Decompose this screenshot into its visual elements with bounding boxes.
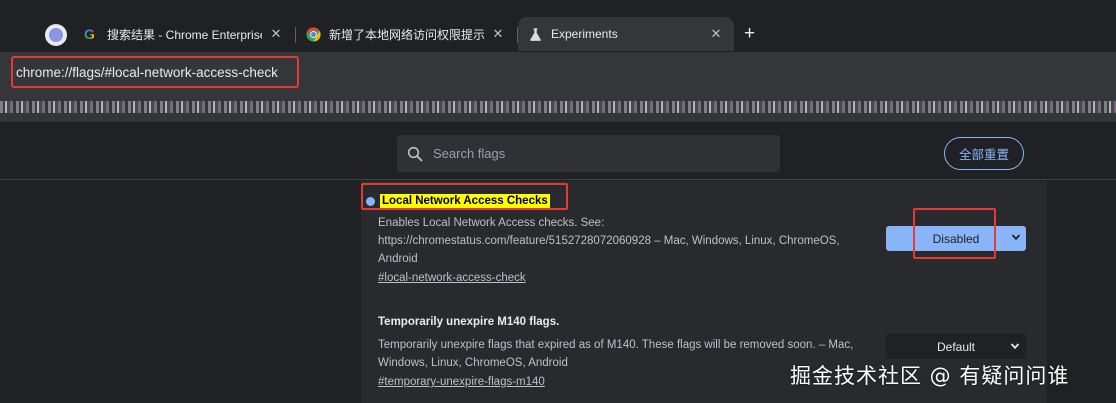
search-icon bbox=[407, 146, 423, 161]
experiment-permalink[interactable]: #local-network-access-check bbox=[378, 269, 526, 287]
tab-title: 搜索结果 - Chrome Enterprise bbox=[107, 27, 262, 42]
watermark: 掘金技术社区 @ 有疑问问谁 bbox=[790, 364, 1070, 388]
tab-experiments[interactable]: Experiments ✕ bbox=[518, 17, 734, 51]
experiment-title: Temporarily unexpire M140 flags. bbox=[378, 316, 560, 328]
tab-title: Experiments bbox=[551, 27, 618, 41]
annotation-box-disabled bbox=[913, 208, 996, 259]
flask-icon bbox=[530, 27, 541, 41]
experiment-state-select[interactable]: Default bbox=[886, 334, 1026, 359]
pixelated-bookmarks bbox=[0, 101, 1116, 113]
select-value: Default bbox=[936, 339, 976, 354]
tab-local-network-article[interactable]: 新增了本地网络访问权限提示 ✕ bbox=[296, 17, 516, 51]
bookmarks-bar bbox=[0, 92, 1116, 122]
search-input[interactable] bbox=[433, 146, 753, 161]
experiment-title: Local Network Access Checks bbox=[380, 194, 550, 208]
url-text: chrome://flags/#local-network-access-che… bbox=[16, 64, 278, 80]
search-flags-box[interactable] bbox=[397, 135, 780, 172]
chevron-down-icon bbox=[1011, 234, 1021, 241]
modified-indicator-icon bbox=[366, 197, 375, 206]
profile-avatar-icon[interactable] bbox=[45, 24, 67, 46]
close-icon[interactable]: ✕ bbox=[268, 26, 284, 42]
experiment-description: Enables Local Network Access checks. See… bbox=[378, 217, 840, 265]
google-icon: G bbox=[84, 26, 99, 42]
new-tab-button[interactable]: + bbox=[744, 23, 755, 45]
close-icon[interactable]: ✕ bbox=[708, 26, 724, 42]
tab-search-results[interactable]: G 搜索结果 - Chrome Enterprise ✕ bbox=[74, 17, 294, 51]
chevron-down-icon bbox=[1010, 343, 1020, 350]
experiment-permalink[interactable]: #temporary-unexpire-flags-m140 bbox=[378, 373, 545, 391]
tab-title: 新增了本地网络访问权限提示 bbox=[329, 27, 484, 42]
experiment-local-network-access: Local Network Access Checks Enables Loca… bbox=[378, 191, 878, 287]
reset-all-button[interactable]: 全部重置 bbox=[944, 137, 1024, 170]
address-bar[interactable]: chrome://flags/#local-network-access-che… bbox=[11, 56, 299, 88]
chrome-icon bbox=[306, 26, 321, 42]
close-icon[interactable]: ✕ bbox=[490, 26, 506, 42]
